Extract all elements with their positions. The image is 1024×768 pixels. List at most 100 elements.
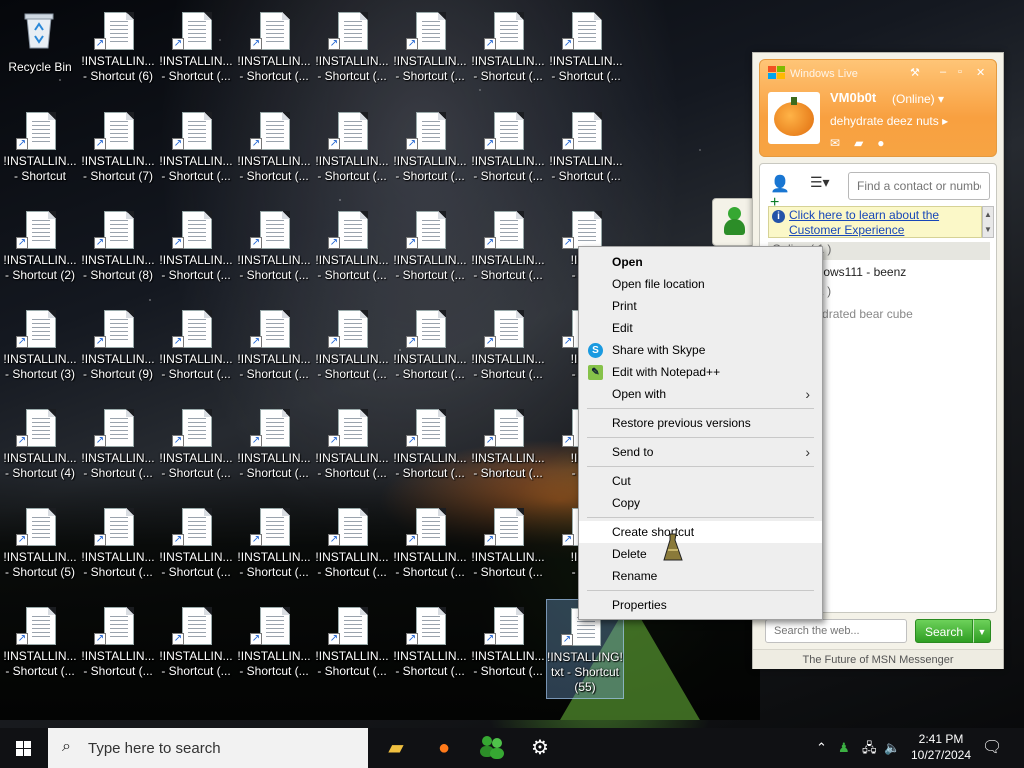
desktop-shortcut-icon[interactable]: ↗ !INSTALLIN... - Shortcut (4) (2, 401, 78, 493)
close-button[interactable]: ✕ (976, 66, 985, 79)
desktop-shortcut-icon[interactable]: ↗ !INSTALLIN... - Shortcut (... (236, 302, 312, 394)
messenger-footer[interactable]: The Future of MSN Messenger (753, 649, 1003, 669)
desktop-shortcut-icon[interactable]: ↗ !INSTALLIN... - Shortcut (... (314, 104, 390, 196)
status-dropdown[interactable]: (Online) ▾ (892, 92, 944, 106)
desktop-shortcut-icon[interactable]: ↗ !INSTALLIN... - Shortcut (2) (2, 203, 78, 295)
desktop-shortcut-icon[interactable]: ↗ !INSTALLIN... - Shortcut (... (392, 302, 468, 394)
desktop-shortcut-icon[interactable]: ↗ !INSTALLIN... - Shortcut (... (158, 599, 234, 691)
volume-icon[interactable]: 🔈 (884, 728, 900, 768)
taskbar-clock[interactable]: 2:41 PM 10/27/2024 (904, 731, 978, 763)
desktop-shortcut-icon[interactable]: ↗ !INSTALLIN... - Shortcut (8) (80, 203, 156, 295)
minimize-button[interactable]: – (940, 66, 946, 78)
desktop-shortcut-icon[interactable]: ↗ !INSTALLIN... - Shortcut (2, 104, 78, 196)
taskbar-search-box[interactable]: ⌕ Type here to search (48, 728, 368, 768)
menu-open[interactable]: Open (579, 251, 822, 273)
desktop-shortcut-icon[interactable]: ↗ !INSTALLIN... - Shortcut (... (548, 104, 624, 196)
info-bar[interactable]: i Click here to learn about the Customer… (768, 206, 982, 238)
desktop-shortcut-icon[interactable]: ↗ !INSTALLIN... - Shortcut (... (470, 104, 546, 196)
web-search-input[interactable] (765, 619, 907, 643)
mail-icon[interactable]: ✉ (830, 136, 854, 150)
desktop-shortcut-icon[interactable]: ↗ !INSTALLIN... - Shortcut (... (158, 401, 234, 493)
menu-open-file-location[interactable]: Open file location (579, 273, 822, 295)
desktop-shortcut-icon[interactable]: ↗ !INSTALLIN... - Shortcut (... (392, 203, 468, 295)
avatar[interactable] (768, 92, 820, 144)
show-hidden-icons-chevron-up-icon[interactable]: ⌃ (816, 728, 827, 768)
desktop-shortcut-icon[interactable]: ↗ !INSTALLIN... - Shortcut (3) (2, 302, 78, 394)
desktop-shortcut-icon[interactable]: ↗ !INSTALLIN... - Shortcut (... (236, 104, 312, 196)
desktop-shortcut-icon[interactable]: ↗ !INSTALLIN... - Shortcut (9) (80, 302, 156, 394)
menu-cut[interactable]: Cut (579, 470, 822, 492)
desktop-shortcut-icon[interactable]: ↗ !INSTALLIN... - Shortcut (... (158, 4, 234, 96)
add-contact-icon[interactable]: 👤+ (770, 174, 796, 211)
desktop-shortcut-icon[interactable]: ↗ !INSTALLIN... - Shortcut (... (80, 599, 156, 691)
messenger-taskbar-icon[interactable] (468, 728, 516, 768)
settings-gear-icon[interactable]: ⚙ (516, 728, 564, 768)
settings-icon[interactable]: ⚒ (910, 66, 920, 79)
menu-send-to[interactable]: Send to › (579, 441, 822, 463)
desktop-shortcut-icon[interactable]: ↗ !INSTALLIN... - Shortcut (... (80, 401, 156, 493)
folder-icon[interactable]: ▰ (854, 136, 877, 150)
menu-copy[interactable]: Copy (579, 492, 822, 514)
recycle-bin-icon[interactable]: Recycle Bin (2, 4, 78, 96)
desktop-shortcut-icon[interactable]: ↗ !INSTALLIN... - Shortcut (... (158, 104, 234, 196)
desktop-shortcut-icon[interactable]: ↗ !INSTALLIN... - Shortcut (... (392, 500, 468, 592)
customer-experience-link[interactable]: Click here to learn about the Customer E… (789, 208, 981, 238)
messenger-tray-icon[interactable]: ♟ (838, 728, 850, 768)
desktop-shortcut-icon[interactable]: ↗ !INSTALLIN... - Shortcut (... (236, 500, 312, 592)
desktop-shortcut-icon[interactable]: ↗ !INSTALLIN... - Shortcut (... (314, 4, 390, 96)
desktop-shortcut-icon[interactable]: ↗ !INSTALLIN... - Shortcut (... (236, 203, 312, 295)
menu-properties[interactable]: Properties (579, 594, 822, 616)
desktop-shortcut-icon[interactable]: ↗ !INSTALLIN... - Shortcut (... (314, 599, 390, 691)
search-options-button[interactable]: ▼ (973, 619, 991, 643)
file-explorer-icon[interactable]: ▰ (372, 728, 420, 768)
desktop-shortcut-icon[interactable]: ↗ !INSTALLIN... - Shortcut (... (2, 599, 78, 691)
desktop-shortcut-icon[interactable]: ↗ !INSTALLIN... - Shortcut (... (470, 203, 546, 295)
desktop-shortcut-icon[interactable]: ↗ !INSTALLIN... - Shortcut (... (470, 401, 546, 493)
desktop-shortcut-icon[interactable]: ↗ !INSTALLIN... - Shortcut (... (314, 401, 390, 493)
menu-create-shortcut[interactable]: Create shortcut (579, 521, 822, 543)
messenger-side-tab[interactable] (712, 198, 754, 246)
info-scrollbar[interactable]: ▲ ▼ (982, 206, 994, 238)
desktop-shortcut-icon[interactable]: ↗ !INSTALLIN... - Shortcut (... (314, 203, 390, 295)
desktop-shortcut-icon[interactable]: ↗ !INSTALLIN... - Shortcut (... (392, 104, 468, 196)
menu-delete[interactable]: Delete (579, 543, 822, 565)
start-button[interactable] (0, 728, 48, 768)
personal-message[interactable]: dehydrate deez nuts ▸ (830, 114, 948, 128)
network-icon[interactable]: 🖧 (862, 728, 877, 768)
desktop-shortcut-icon[interactable]: ↗ !INSTALLIN... - Shortcut (... (392, 401, 468, 493)
desktop-shortcut-icon[interactable]: ↗ !INSTALLIN... - Shortcut (... (470, 599, 546, 691)
desktop-shortcut-icon[interactable]: ↗ !INSTALLIN... - Shortcut (... (314, 500, 390, 592)
list-options-icon[interactable]: ☰▾ (810, 174, 836, 200)
find-contact-input[interactable] (848, 172, 990, 200)
desktop-shortcut-icon[interactable]: ↗ !INSTALLIN... - Shortcut (... (314, 302, 390, 394)
desktop-shortcut-icon[interactable]: ↗ !INSTALLIN... - Shortcut (... (158, 500, 234, 592)
menu-edit[interactable]: Edit (579, 317, 822, 339)
desktop-shortcut-icon[interactable]: ↗ !INSTALLIN... - Shortcut (6) (80, 4, 156, 96)
desktop-shortcut-icon[interactable]: ↗ !INSTALLIN... - Shortcut (... (548, 4, 624, 96)
menu-restore-versions[interactable]: Restore previous versions (579, 412, 822, 434)
desktop-shortcut-icon[interactable]: ↗ !INSTALLIN... - Shortcut (... (158, 203, 234, 295)
search-button[interactable]: Search (915, 619, 973, 643)
menu-edit-notepad[interactable]: ✎ Edit with Notepad++ (579, 361, 822, 383)
desktop-shortcut-icon[interactable]: ↗ !INSTALLIN... - Shortcut (... (392, 599, 468, 691)
desktop-shortcut-icon[interactable]: ↗ !INSTALLIN... - Shortcut (... (236, 4, 312, 96)
desktop-shortcut-icon[interactable]: ↗ !INSTALLIN... - Shortcut (... (158, 302, 234, 394)
desktop-shortcut-icon[interactable]: ↗ !INSTALLIN... - Shortcut (... (392, 4, 468, 96)
desktop-shortcut-icon[interactable]: ↗ !INSTALLIN... - Shortcut (... (470, 302, 546, 394)
desktop-shortcut-icon[interactable]: ↗ !INSTALLIN... - Shortcut (... (80, 500, 156, 592)
desktop-shortcut-icon[interactable]: ↗ !INSTALLIN... - Shortcut (... (470, 4, 546, 96)
firefox-icon[interactable]: ● (420, 728, 468, 768)
menu-share-skype[interactable]: S Share with Skype (579, 339, 822, 361)
menu-print[interactable]: Print (579, 295, 822, 317)
desktop-shortcut-icon[interactable]: ↗ !INSTALLIN... - Shortcut (... (236, 401, 312, 493)
desktop-shortcut-icon[interactable]: ↗ !INSTALLIN... - Shortcut (... (470, 500, 546, 592)
globe-icon[interactable]: ● (877, 136, 898, 150)
desktop-shortcut-icon[interactable]: ↗ !INSTALLIN... - Shortcut (5) (2, 500, 78, 592)
menu-open-with[interactable]: Open with › (579, 383, 822, 405)
notifications-icon[interactable]: 🗨 (982, 728, 1002, 768)
desktop-shortcut-icon[interactable]: ↗ !INSTALLIN... - Shortcut (... (236, 599, 312, 691)
username[interactable]: VM0b0t (830, 90, 876, 105)
menu-rename[interactable]: Rename (579, 565, 822, 587)
maximize-button[interactable]: ▫ (958, 66, 962, 78)
desktop-shortcut-icon[interactable]: ↗ !INSTALLIN... - Shortcut (7) (80, 104, 156, 196)
